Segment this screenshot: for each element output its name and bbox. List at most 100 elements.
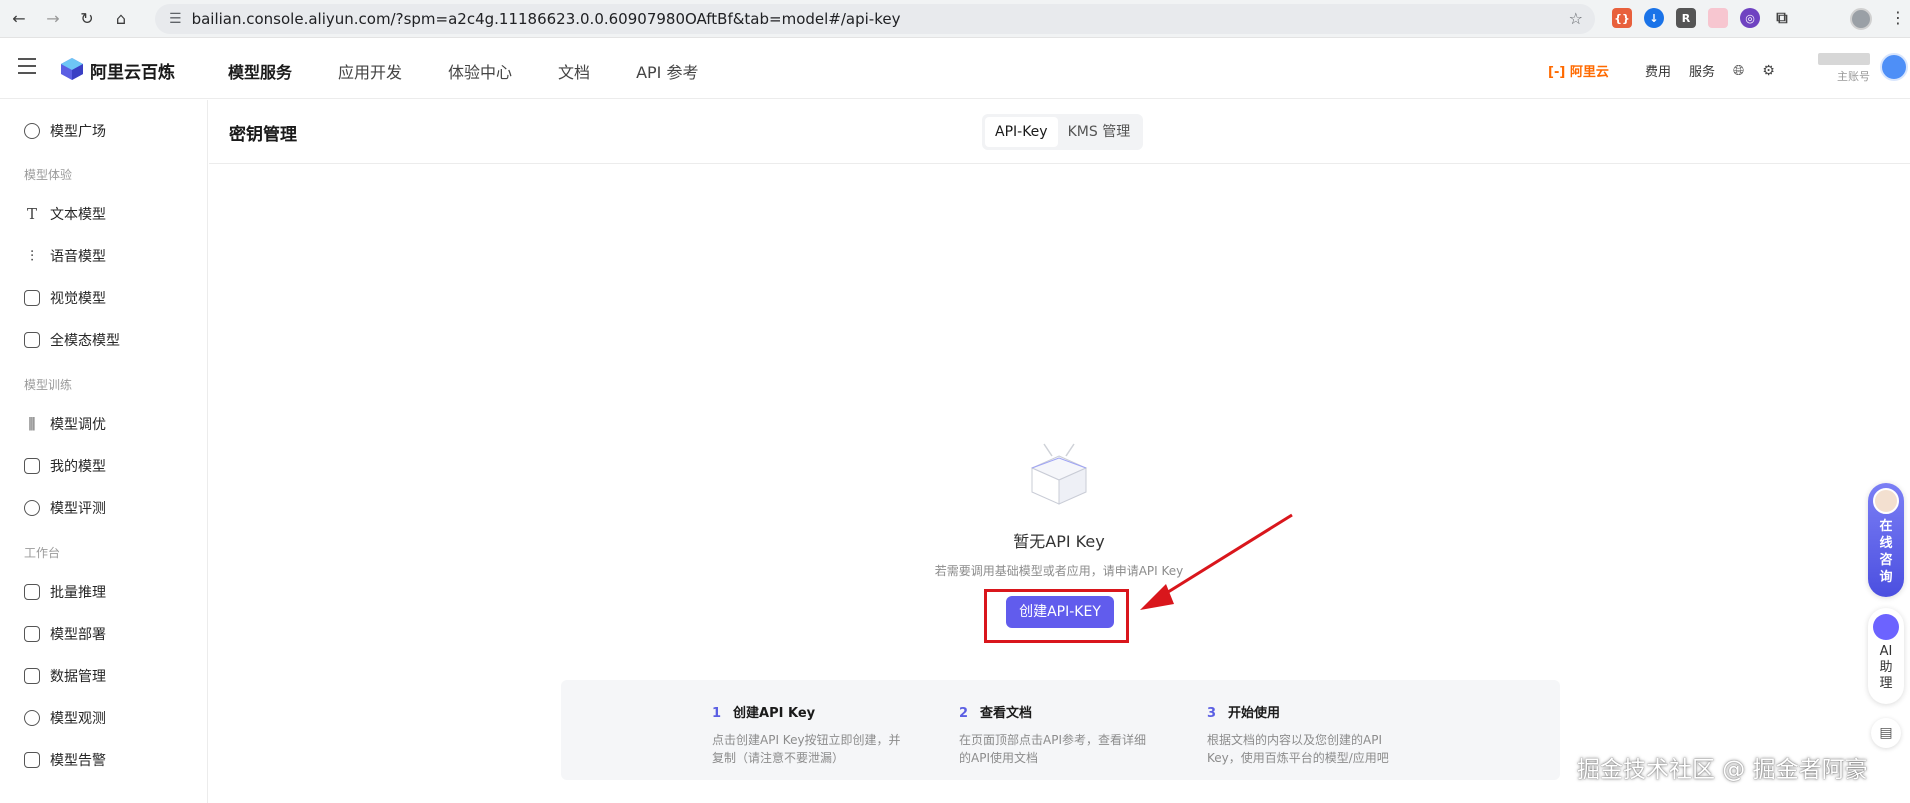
r-extension-icon[interactable]: R: [1676, 8, 1696, 28]
sidebar-item-batch-inference[interactable]: 批量推理: [24, 580, 106, 604]
sidebar-item-observe[interactable]: 模型观测: [24, 706, 106, 730]
forward-icon[interactable]: →: [38, 4, 68, 34]
step-desc: 点击创建API Key按钮立即创建，并: [712, 733, 901, 747]
step-number: 3: [1207, 706, 1217, 721]
grid-icon: [24, 458, 40, 474]
brand-name: 阿里云百炼: [90, 63, 175, 83]
sidebar-item-deploy[interactable]: 模型部署: [24, 622, 106, 646]
sidebar-item-label: 视觉模型: [50, 291, 106, 307]
nav-docs[interactable]: 文档: [558, 59, 590, 83]
step-desc: 复制（请注意不要泄漏）: [712, 751, 845, 765]
globe-icon[interactable]: 🌐︎: [1733, 63, 1744, 79]
aliyun-text: 阿里云: [1569, 65, 1609, 80]
bookmark-star-icon[interactable]: ☆: [1569, 9, 1583, 28]
account-info[interactable]: 主账号: [1818, 53, 1870, 84]
ai-char: AI: [1879, 644, 1893, 659]
home-icon[interactable]: ⌂: [106, 4, 136, 34]
sidebar-item-alerts[interactable]: 模型告警: [24, 748, 106, 772]
nav-api-ref[interactable]: API 参考: [636, 59, 698, 83]
sidebar-item-voice-model[interactable]: ⫶ 语音模型: [24, 244, 106, 268]
extensions-bar: {} ↓ R ◎ ⧉: [1612, 8, 1792, 28]
document-icon[interactable]: ▤: [1871, 718, 1901, 748]
sidebar-item-model-square[interactable]: 模型广场: [24, 119, 106, 143]
sidebar-item-omni-model[interactable]: 全模态模型: [24, 328, 120, 352]
bailian-logo-icon: [61, 58, 83, 80]
extension-icon[interactable]: {}: [1612, 8, 1632, 28]
step-1: 1 创建API Key 点击创建API Key按钮立即创建，并 复制（请注意不要泄漏…: [712, 702, 912, 767]
tab-kms[interactable]: KMS 管理: [1058, 117, 1141, 147]
gear-icon[interactable]: ⚙: [1762, 63, 1775, 79]
sidebar-item-label: 我的模型: [50, 459, 106, 475]
online-consult-button[interactable]: 在 线 咨 询: [1868, 483, 1904, 597]
sidebar-group-training: 模型训练: [24, 378, 73, 392]
sidebar-item-text-model[interactable]: T 文本模型: [24, 202, 106, 226]
consult-char: 在: [1879, 519, 1893, 534]
consult-char: 询: [1879, 570, 1893, 585]
sidebar-item-label: 模型部署: [50, 627, 106, 643]
aliyun-logo[interactable]: [-] 阿里云: [1548, 61, 1609, 80]
download-extension-icon[interactable]: ↓: [1644, 8, 1664, 28]
puzzle-icon[interactable]: ⧉: [1772, 8, 1792, 28]
step-number: 2: [959, 706, 969, 721]
sidebar-item-label: 模型评测: [50, 501, 106, 517]
sidebar-item-label: 数据管理: [50, 669, 106, 685]
nav-app-dev[interactable]: 应用开发: [338, 59, 402, 83]
sidebar-item-tuning[interactable]: ⫼ 模型调优: [24, 412, 106, 436]
sidebar-item-label: 模型广场: [50, 124, 106, 140]
account-name-blurred: [1818, 53, 1870, 65]
sidebar-item-my-models[interactable]: 我的模型: [24, 454, 106, 478]
sidebar-item-label: 全模态模型: [50, 333, 120, 349]
sliders-icon: ⫼: [28, 415, 36, 433]
chart-icon: [24, 668, 40, 684]
sidebar-item-label: 模型调优: [50, 417, 106, 433]
sidebar-item-evaluation[interactable]: 模型评测: [24, 496, 106, 520]
sidebar-group-experience: 模型体验: [24, 168, 73, 182]
extension-icon[interactable]: ◎: [1740, 8, 1760, 28]
sidebar-item-label: 模型告警: [50, 753, 106, 769]
model-square-icon: [24, 123, 40, 139]
list-icon: [24, 584, 40, 600]
step-3: 3 开始使用 根据文档的内容以及您创建的API Key，使用百炼平台的模型/应用吧: [1207, 702, 1407, 767]
ai-assistant-icon: [1873, 614, 1899, 640]
step-desc: 的API使用文档: [959, 751, 1038, 765]
top-nav: 模型服务 应用开发 体验中心 文档 API 参考: [228, 59, 698, 83]
watermark: 掘金技术社区 @ 掘金者阿豪: [1577, 757, 1868, 783]
nav-experience[interactable]: 体验中心: [448, 59, 512, 83]
ai-assistant-button[interactable]: AI 助 理: [1868, 608, 1904, 704]
browser-profile-avatar[interactable]: [1850, 8, 1872, 30]
bell-icon: [24, 752, 40, 768]
step-number: 1: [712, 706, 722, 721]
step-desc: 在页面顶部点击API参考，查看详细: [959, 733, 1146, 747]
page-header: 密钥管理 API-Key KMS 管理: [209, 100, 1910, 164]
sidebar: 模型广场 模型体验 T 文本模型 ⫶ 语音模型 视觉模型 全模态模型 模型训练 …: [0, 100, 208, 803]
step-desc: 根据文档的内容以及您创建的API: [1207, 733, 1382, 747]
create-api-key-button[interactable]: 创建API-KEY: [1006, 596, 1114, 628]
address-bar[interactable]: ☰ bailian.console.aliyun.com/?spm=a2c4g.…: [155, 4, 1595, 34]
compass-icon: [24, 500, 40, 516]
extension-icon[interactable]: [1708, 8, 1728, 28]
reload-icon[interactable]: ↻: [72, 4, 102, 34]
tab-api-key[interactable]: API-Key: [985, 117, 1058, 147]
avatar[interactable]: [1880, 53, 1908, 81]
browser-menu-icon[interactable]: ⋮: [1890, 8, 1906, 27]
ai-char: 理: [1879, 676, 1893, 691]
page-title: 密钥管理: [229, 125, 297, 145]
sidebar-item-label: 批量推理: [50, 585, 106, 601]
sidebar-item-data-manage[interactable]: 数据管理: [24, 664, 106, 688]
sidebar-item-vision-model[interactable]: 视觉模型: [24, 286, 106, 310]
app-header: 阿里云百炼 模型服务 应用开发 体验中心 文档 API 参考 [-] 阿里云 费…: [0, 39, 1910, 99]
url-text: bailian.console.aliyun.com/?spm=a2c4g.11…: [191, 10, 901, 28]
site-info-icon[interactable]: ☰: [169, 11, 182, 27]
service-link[interactable]: 服务: [1689, 61, 1715, 80]
pie-icon: [24, 710, 40, 726]
nav-model-service[interactable]: 模型服务: [228, 59, 292, 83]
menu-icon[interactable]: [18, 58, 36, 79]
consult-char: 线: [1879, 536, 1893, 551]
step-title: 创建API Key: [733, 706, 816, 721]
step-title: 查看文档: [980, 706, 1033, 721]
empty-box-icon: [1030, 443, 1088, 505]
billing-link[interactable]: 费用: [1645, 61, 1671, 80]
sidebar-item-label: 语音模型: [50, 249, 106, 265]
back-icon[interactable]: ←: [4, 4, 34, 34]
browser-toolbar: ← → ↻ ⌂ ☰ bailian.console.aliyun.com/?sp…: [0, 0, 1910, 38]
